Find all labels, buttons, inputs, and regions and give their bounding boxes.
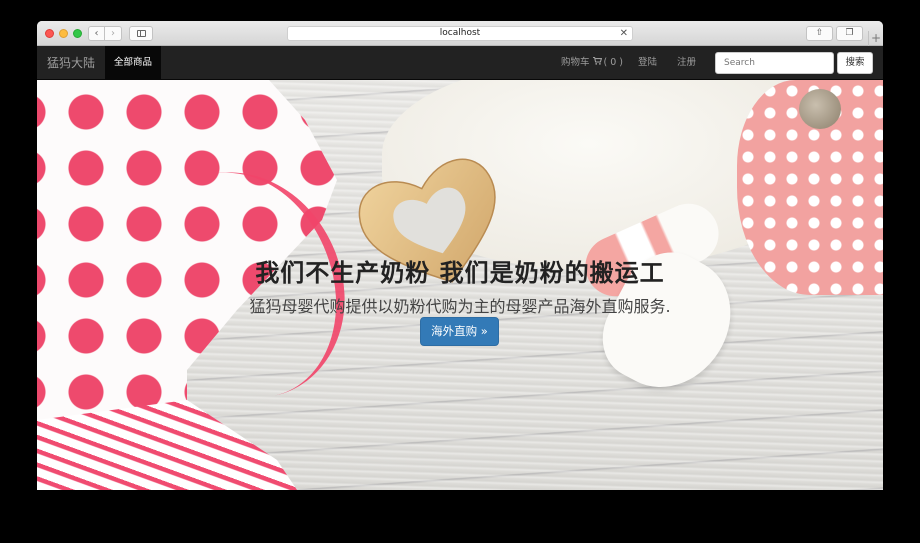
search-input[interactable] [715,52,834,74]
url-text: localhost [439,28,481,38]
cart-label: 购物车 [561,57,590,68]
nav-item-register[interactable]: 注册 [677,46,696,80]
nav-item-login[interactable]: 登陆 [638,46,657,80]
new-tab-button[interactable]: + [868,31,883,46]
search-button[interactable]: 搜索 [837,52,873,74]
site-navbar: 猛犸大陆 全部商品 购物车 ( 0 ) 登陆 注册 搜索 [37,46,883,80]
back-arrow-icon[interactable]: ‹ [88,26,105,41]
fabric-button-image [799,89,841,129]
hero-title: 我们不生产奶粉 我们是奶粉的搬运工 [255,259,665,287]
forward-arrow-icon[interactable]: › [105,26,122,41]
zoom-window-button[interactable] [73,29,82,38]
close-window-button[interactable] [45,29,54,38]
cart-count: ( 0 ) [603,57,624,68]
history-buttons: ‹ › [88,26,122,41]
share-icon[interactable]: ⇧ [806,26,833,41]
brand-logo[interactable]: 猛犸大陆 [47,46,95,80]
hero-banner: 我们不生产奶粉 我们是奶粉的搬运工 猛犸母婴代购提供以奶粉代购为主的母婴产品海外… [37,80,883,490]
sidebar-toggle-button[interactable] [129,26,153,41]
minimize-window-button[interactable] [59,29,68,38]
sidebar-icon [137,30,146,37]
shopping-cart-icon [592,46,602,80]
nav-item-all-products[interactable]: 全部商品 [105,46,161,80]
browser-toolbar: ‹ › localhost ✕ ⇧ ❐ + [37,21,883,46]
clear-icon[interactable]: ✕ [620,27,628,40]
browser-window: ‹ › localhost ✕ ⇧ ❐ + 猛犸大陆 全部商品 购物车 ( 0 )… [37,21,883,490]
tabs-icon[interactable]: ❐ [836,26,863,41]
nav-item-cart[interactable]: 购物车 ( 0 ) [561,46,623,80]
overseas-purchase-button[interactable]: 海外直购 » [420,317,499,346]
address-bar[interactable]: localhost ✕ [287,26,633,41]
hero-subtitle: 猛犸母婴代购提供以奶粉代购为主的母婴产品海外直购服务. [249,297,671,316]
